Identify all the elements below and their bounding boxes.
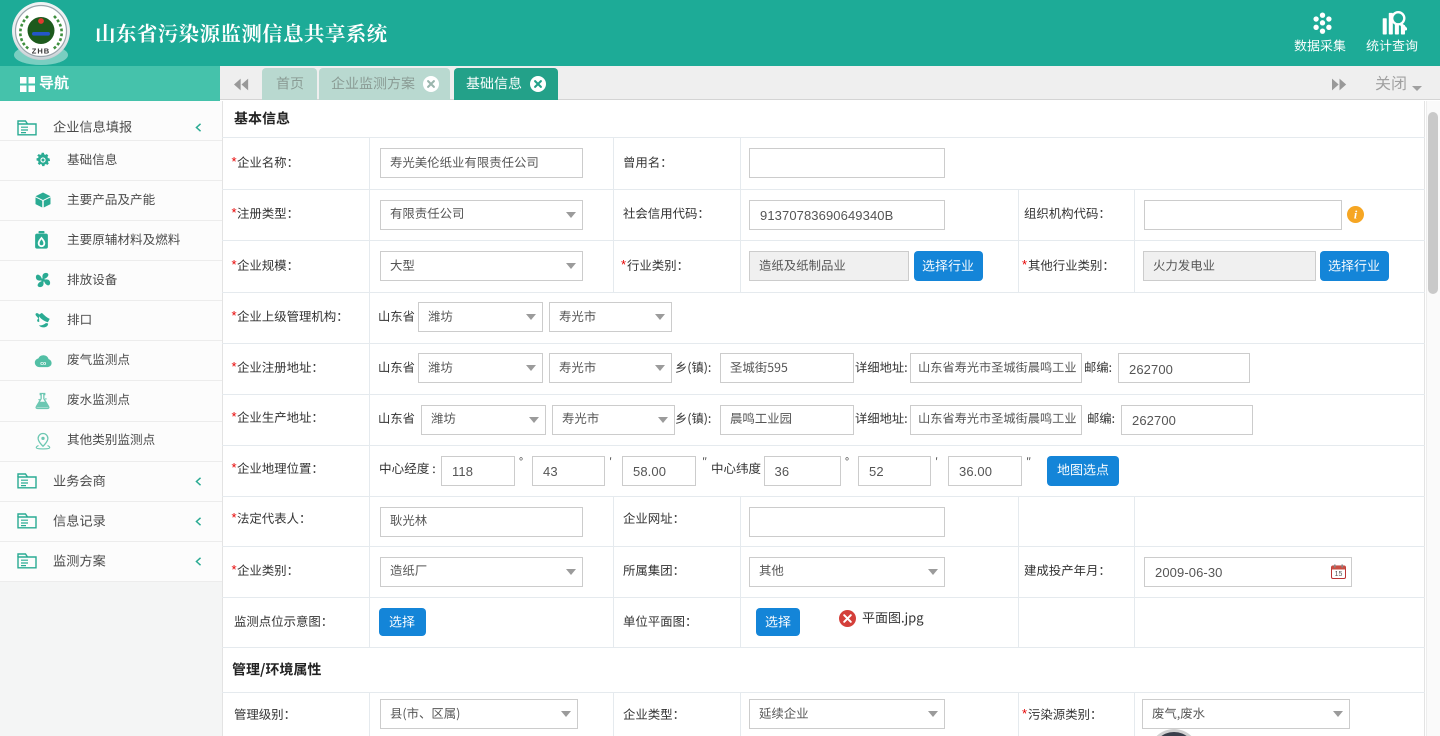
svg-text:co: co xyxy=(40,361,46,367)
svg-text:15: 15 xyxy=(1335,571,1343,578)
svg-text:ZHB: ZHB xyxy=(32,47,50,56)
